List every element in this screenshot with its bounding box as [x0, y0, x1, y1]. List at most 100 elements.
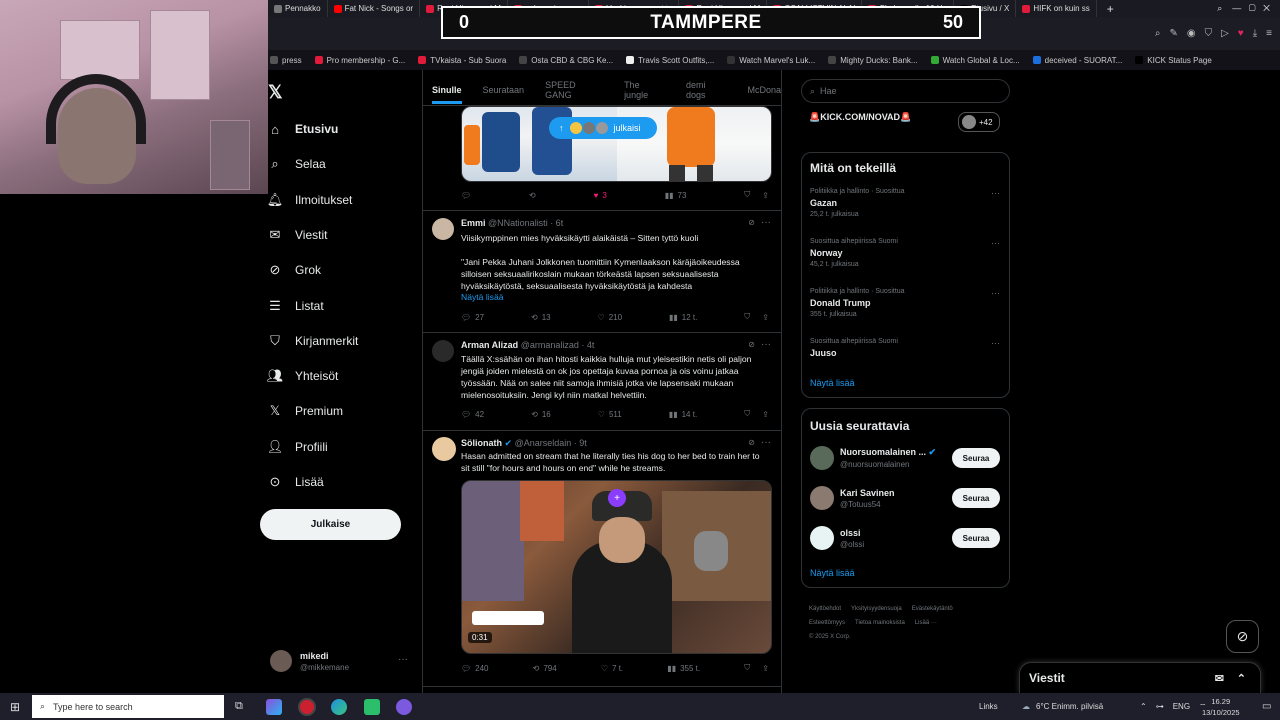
avatar[interactable]: [432, 218, 454, 240]
heart-icon[interactable]: ♥: [1238, 28, 1244, 39]
kick-banner[interactable]: 🚨KICK.COM/NOVAD🚨: [809, 112, 911, 123]
follow-suggestion[interactable]: Nuorsuomalainen ... ✔ @nuorsuomalainen Seu…: [810, 446, 1002, 470]
like-button[interactable]: ♥ 3: [594, 190, 607, 200]
clock[interactable]: 16.29 13/10/2025: [1202, 693, 1240, 720]
grok-icon[interactable]: ⊘: [748, 218, 755, 227]
nav-item-kirjanmerkit[interactable]: ⛉ Kirjanmerkit: [268, 333, 358, 348]
like-button[interactable]: ♡ 7 t.: [601, 663, 623, 673]
author-name[interactable]: Arman Alizad: [461, 340, 518, 350]
download-icon[interactable]: ⤓: [1253, 28, 1257, 39]
camera-icon[interactable]: ◉: [1187, 28, 1196, 39]
lang-indicator[interactable]: ENG: [1173, 702, 1190, 711]
menu-icon[interactable]: ≡: [1266, 28, 1272, 39]
nav-item-selaa[interactable]: ⌕ Selaa: [268, 156, 325, 171]
bookmark-item[interactable]: Pro membership - G...: [314, 56, 405, 65]
nav-item-profiili[interactable]: 👤︎ Profiili: [267, 439, 328, 454]
timeline-tab[interactable]: demi dogs: [686, 80, 726, 100]
tweet[interactable]: Arman Alizad @armanalizad · 4t ⊘ ··· Tää…: [423, 332, 781, 430]
window-controls[interactable]: ⌕ — ▢ ✕: [1217, 3, 1280, 14]
spaces-chip[interactable]: +42: [958, 112, 1000, 132]
footer-link[interactable]: Käyttöehdot: [809, 606, 841, 612]
shield-icon[interactable]: ⛉: [1205, 28, 1213, 39]
bookmark-item[interactable]: Osta CBD & CBG Ke...: [519, 56, 613, 65]
author-handle[interactable]: @NNationalisti · 6t: [488, 218, 563, 228]
share-icon[interactable]: ⇪: [762, 664, 769, 673]
play-icon[interactable]: ▷: [1221, 28, 1229, 39]
share-icon[interactable]: ⇪: [762, 313, 769, 322]
grok-icon[interactable]: ⊘: [1226, 620, 1259, 653]
task-view-icon[interactable]: ⧉: [235, 700, 243, 713]
author-name[interactable]: Emmi: [461, 218, 486, 228]
bookmark-item[interactable]: TVkaista - Sub Suora: [418, 56, 506, 65]
trend-item[interactable]: Suosittua aihepiirissä Suomi Norway 45,2 t…: [810, 238, 1000, 268]
bookmark-item[interactable]: KICK Status Page: [1135, 56, 1212, 65]
author-name[interactable]: Sölionath: [461, 438, 502, 448]
bookmark-item[interactable]: Watch Marvel's Luk...: [727, 56, 815, 65]
network-icon[interactable]: ⊶: [1156, 702, 1164, 711]
author-handle[interactable]: @armanalizad · 4t: [521, 340, 595, 350]
nav-item-listat[interactable]: ☰ Listat: [268, 298, 324, 313]
links-toolbar[interactable]: Links: [979, 693, 998, 720]
more-icon[interactable]: ···: [991, 188, 1000, 198]
more-icon[interactable]: ···: [761, 437, 771, 448]
chevron-up-icon[interactable]: ⌃: [1237, 672, 1246, 685]
trend-item[interactable]: Politiikka ja hallinto · Suosittua Gazan 2…: [810, 188, 1000, 218]
timeline-tab[interactable]: Sinulle: [432, 85, 462, 104]
nav-item-viestit[interactable]: ✉ Viestit: [268, 227, 328, 242]
windows-start-icon[interactable]: ⊞: [10, 700, 20, 714]
avatar[interactable]: [810, 486, 834, 510]
show-more-trends[interactable]: Näytä lisää: [810, 378, 855, 388]
edit-icon[interactable]: ✎: [1169, 28, 1177, 39]
grok-icon[interactable]: ⊘: [748, 438, 755, 447]
copilot-icon[interactable]: [266, 698, 282, 715]
weather-widget[interactable]: ☁ 6°C Enimm. pilvisä: [1022, 693, 1103, 720]
chevron-up-icon[interactable]: ⌃: [1140, 702, 1147, 711]
avatar[interactable]: [810, 446, 834, 470]
tweet[interactable]: [423, 686, 781, 693]
app-icon[interactable]: [364, 698, 380, 715]
follow-button[interactable]: Seuraa: [952, 488, 1000, 508]
compose-message-icon[interactable]: ✉: [1215, 672, 1224, 685]
views-count[interactable]: ▮▮ 73: [665, 190, 687, 200]
reply-button[interactable]: 💬︎ 27: [461, 312, 484, 322]
timeline-tab[interactable]: The jungle: [624, 80, 665, 100]
footer-link[interactable]: Yksityisyydensuoja: [851, 606, 902, 612]
opera-icon[interactable]: [298, 697, 316, 716]
post-button[interactable]: Julkaise: [260, 509, 401, 540]
more-icon[interactable]: ···: [761, 339, 771, 350]
avatar[interactable]: [810, 526, 834, 550]
browser-tab[interactable]: Fat Nick - Songs or: [328, 0, 421, 17]
browser-tab[interactable]: HIFK on kuin ss: [1016, 0, 1097, 17]
views-count[interactable]: ▮▮ 12 t.: [669, 312, 697, 322]
discord-icon[interactable]: [396, 698, 412, 715]
footer-link[interactable]: Evästekäytäntö: [912, 606, 953, 612]
new-tab-icon[interactable]: +: [1107, 2, 1114, 16]
reply-button[interactable]: 💬︎: [461, 190, 471, 200]
bookmark-icon[interactable]: ⛉: [744, 663, 750, 673]
trend-item[interactable]: Politiikka ja hallinto · Suosittua Donald…: [810, 288, 1000, 318]
timeline-tab[interactable]: Seurataan: [483, 85, 525, 95]
follow-button[interactable]: Seuraa: [952, 528, 1000, 548]
more-icon[interactable]: ···: [991, 238, 1000, 248]
footer-link[interactable]: Lisää ···: [915, 620, 937, 626]
views-count[interactable]: ▮▮ 14 t.: [669, 409, 697, 419]
footer-link[interactable]: Tietoa mainoksista: [855, 620, 905, 626]
account-switcher[interactable]: mikedi @mikkemane ···: [270, 650, 408, 672]
avatar[interactable]: [432, 340, 454, 362]
like-button[interactable]: ♡ 511: [598, 409, 622, 419]
avatar[interactable]: [432, 437, 456, 461]
browser-tab[interactable]: Pennakko: [268, 0, 328, 17]
tweet[interactable]: Emmi @NNationalisti · 6t ⊘ ··· Viisikymp…: [423, 210, 781, 332]
bookmark-item[interactable]: Mighty Ducks: Bank...: [828, 56, 918, 65]
show-more-follows[interactable]: Näytä lisää: [810, 568, 855, 578]
more-icon[interactable]: ···: [398, 654, 408, 665]
nav-item-ilmoitukset[interactable]: 🔔︎ Ilmoitukset: [267, 192, 353, 207]
like-button[interactable]: ♡ 210: [598, 312, 623, 322]
notifications-icon[interactable]: ▭: [1262, 701, 1271, 712]
bookmark-item[interactable]: deceived - SUORAT...: [1032, 56, 1122, 65]
show-more-link[interactable]: Näytä lisää: [461, 292, 504, 302]
repost-button[interactable]: ⟲: [529, 190, 536, 200]
taskbar-search-input[interactable]: ⌕ Type here to search: [32, 695, 224, 718]
follow-suggestion[interactable]: Kari Savinen @Totuus54 Seuraa: [810, 486, 1002, 510]
bookmark-item[interactable]: press: [270, 56, 302, 65]
